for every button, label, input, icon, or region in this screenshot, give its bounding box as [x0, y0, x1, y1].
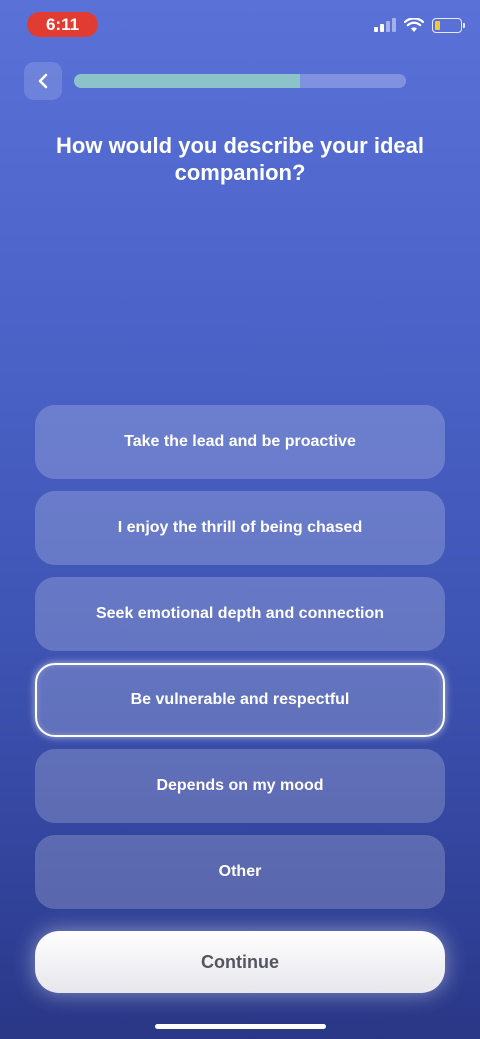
status-bar: 6:11 [0, 0, 480, 48]
status-time: 6:11 [27, 12, 98, 37]
back-button[interactable] [24, 62, 62, 100]
battery-low-icon [432, 17, 465, 33]
option-other[interactable]: Other [35, 835, 445, 909]
chevron-left-icon [38, 73, 48, 89]
option-label: Take the lead and be proactive [124, 433, 356, 450]
option-label: Seek emotional depth and connection [95, 605, 385, 622]
option-take-the-lead[interactable]: Take the lead and be proactive [35, 405, 445, 479]
option-label: I enjoy the thrill of being chased [117, 519, 363, 536]
option-label: Depends on my mood [156, 777, 324, 794]
option-thrill-of-being-chased[interactable]: I enjoy the thrill of being chased [35, 491, 445, 565]
question-title: How would you describe your ideal compan… [56, 133, 424, 185]
continue-button[interactable]: Continue [35, 931, 445, 993]
cellular-signal-icon [374, 18, 396, 32]
option-depends-on-mood[interactable]: Depends on my mood [35, 749, 445, 823]
home-indicator [155, 1024, 326, 1029]
options-list: Take the lead and be proactive I enjoy t… [35, 405, 445, 921]
status-icons [374, 16, 465, 34]
option-label: Be vulnerable and respectful [130, 691, 350, 708]
option-vulnerable-respectful[interactable]: Be vulnerable and respectful [35, 663, 445, 737]
wifi-icon [404, 17, 424, 32]
option-emotional-depth[interactable]: Seek emotional depth and connection [35, 577, 445, 651]
option-label: Other [218, 863, 262, 880]
progress-bar [74, 74, 406, 88]
progress-bar-fill [74, 74, 300, 88]
